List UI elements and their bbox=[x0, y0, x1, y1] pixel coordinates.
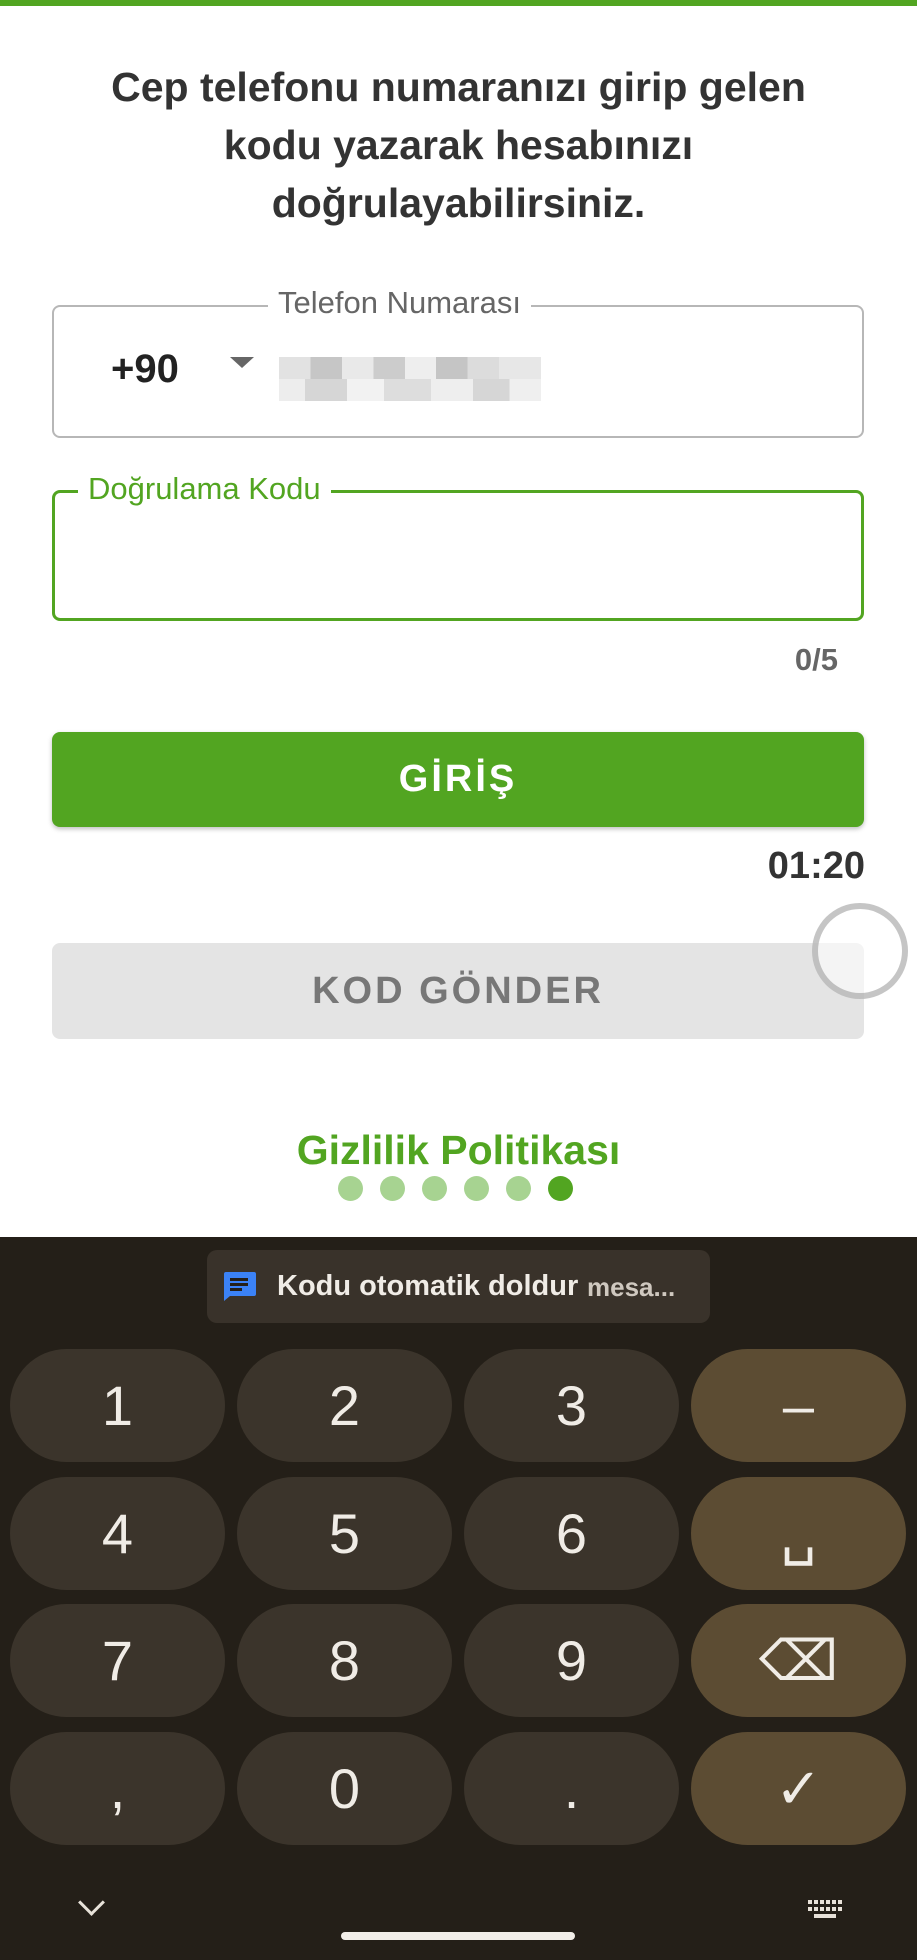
instruction-text: Cep telefonu numaranızı girip gelen kodu… bbox=[111, 64, 806, 226]
key-4[interactable]: 4 bbox=[10, 1477, 225, 1590]
key-space[interactable]: ␣ bbox=[691, 1477, 906, 1590]
page-dot bbox=[464, 1176, 489, 1201]
code-field-label: Doğrulama Kodu bbox=[78, 471, 331, 507]
phone-field-label: Telefon Numarası bbox=[268, 285, 531, 321]
autofill-suggestion-source: mesa... bbox=[587, 1272, 676, 1302]
home-gesture-bar[interactable] bbox=[341, 1932, 575, 1940]
key-5[interactable]: 5 bbox=[237, 1477, 452, 1590]
key-7[interactable]: 7 bbox=[10, 1604, 225, 1717]
keyboard-switcher-icon[interactable] bbox=[808, 1900, 842, 1920]
countdown-timer: 01:20 bbox=[767, 845, 865, 887]
page-dot bbox=[338, 1176, 363, 1201]
key-1[interactable]: 1 bbox=[10, 1349, 225, 1462]
touch-indicator bbox=[812, 903, 908, 999]
numeric-keyboard: Kodu otomatik doldur mesa... 1 2 3 – 4 5… bbox=[0, 1237, 917, 1960]
key-6[interactable]: 6 bbox=[464, 1477, 679, 1590]
page-dot bbox=[506, 1176, 531, 1201]
key-period[interactable]: . bbox=[464, 1732, 679, 1845]
phone-number-value[interactable] bbox=[279, 357, 541, 401]
page-indicator bbox=[338, 1176, 573, 1202]
key-8[interactable]: 8 bbox=[237, 1604, 452, 1717]
key-3[interactable]: 3 bbox=[464, 1349, 679, 1462]
privacy-policy-link[interactable]: Gizlilik Politikası bbox=[0, 1127, 917, 1174]
country-code-selector[interactable]: +90 bbox=[111, 347, 179, 392]
character-counter: 0/5 bbox=[794, 642, 838, 677]
sms-icon bbox=[224, 1272, 256, 1301]
key-backspace[interactable]: ⌫ bbox=[691, 1604, 906, 1717]
autofill-suggestion-chip[interactable]: Kodu otomatik doldur mesa... bbox=[207, 1250, 710, 1323]
send-code-button[interactable]: KOD GÖNDER bbox=[52, 943, 864, 1039]
key-2[interactable]: 2 bbox=[237, 1349, 452, 1462]
key-9[interactable]: 9 bbox=[464, 1604, 679, 1717]
page-dot bbox=[380, 1176, 405, 1201]
page-dot bbox=[422, 1176, 447, 1201]
page-dot-active bbox=[548, 1176, 573, 1201]
key-enter-check[interactable]: ✓ bbox=[691, 1732, 906, 1845]
key-comma[interactable]: , bbox=[10, 1732, 225, 1845]
key-minus[interactable]: – bbox=[691, 1349, 906, 1462]
top-accent-bar bbox=[0, 0, 917, 6]
phone-number-field[interactable]: Telefon Numarası +90 bbox=[52, 285, 864, 438]
autofill-suggestion-text: Kodu otomatik doldur bbox=[277, 1270, 579, 1302]
key-0[interactable]: 0 bbox=[237, 1732, 452, 1845]
login-button[interactable]: GİRİŞ bbox=[52, 732, 864, 827]
verification-code-input[interactable]: Doğrulama Kodu bbox=[52, 471, 864, 621]
dropdown-arrow-icon[interactable] bbox=[230, 357, 254, 368]
